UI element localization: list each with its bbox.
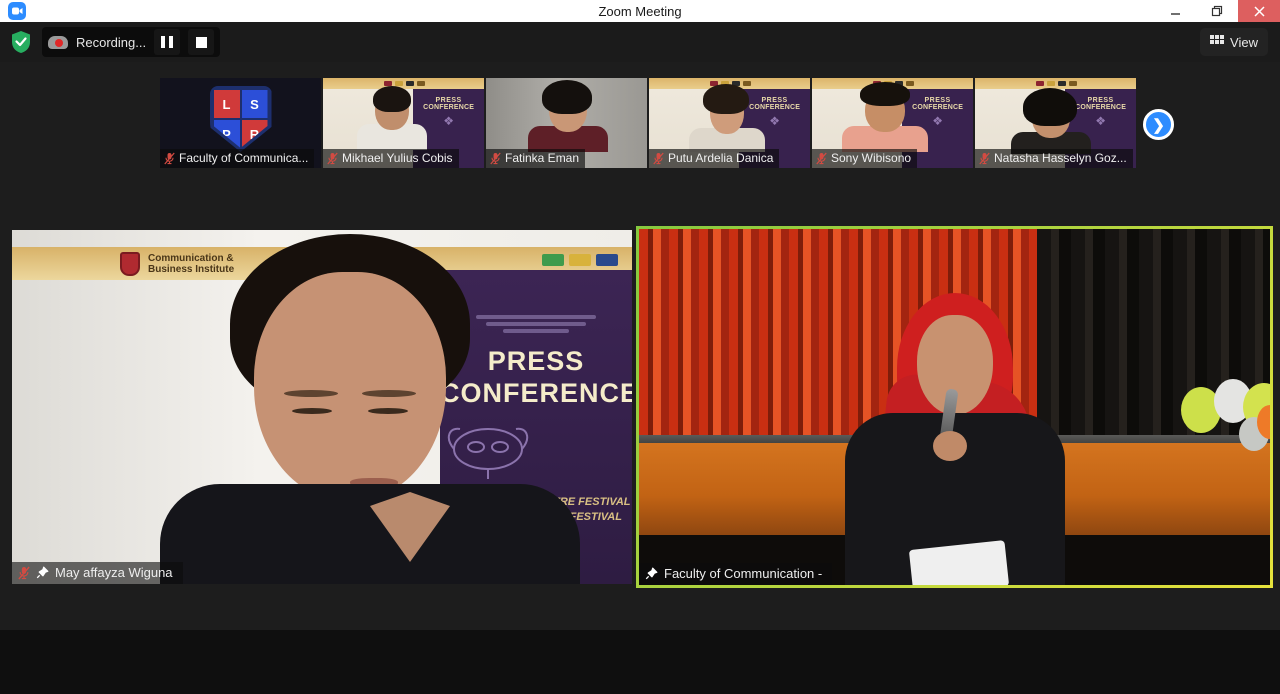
participant-name-tag: May affayza Wiguna	[12, 562, 183, 584]
close-button[interactable]	[1238, 0, 1280, 22]
video-thumbnail[interactable]: PRESS CONFERENCE ❖ Sony Wibisono	[812, 78, 973, 168]
speaker-right	[825, 293, 1085, 585]
muted-mic-icon	[816, 152, 827, 165]
zoom-meeting-window: Zoom Meeting Recording... View	[0, 0, 1280, 694]
title-bar: Zoom Meeting	[0, 0, 1280, 22]
view-button[interactable]: View	[1200, 28, 1268, 56]
muted-mic-icon	[18, 566, 30, 580]
participant-name-tag: Fatinka Eman	[486, 149, 585, 168]
muted-mic-icon	[653, 152, 664, 165]
maximize-button[interactable]	[1196, 0, 1238, 22]
video-thumbnail[interactable]: Fatinka Eman	[486, 78, 647, 168]
main-video-right[interactable]: Faculty of Communication -	[639, 229, 1270, 585]
lspr-logo: L S P R	[210, 86, 272, 152]
muted-mic-icon	[327, 152, 338, 165]
stop-recording-button[interactable]	[188, 29, 214, 55]
next-page-arrow-button[interactable]: ❯	[1143, 109, 1174, 140]
partner-logos	[542, 254, 618, 266]
participant-name-tag: Faculty of Communica...	[160, 149, 314, 168]
muted-mic-icon	[979, 152, 990, 165]
window-title: Zoom Meeting	[0, 4, 1280, 19]
video-thumbnail[interactable]: PRESS CONFERENCE ❖ Mikhael Yulius Cobis	[323, 78, 484, 168]
muted-mic-icon	[164, 152, 175, 165]
pin-icon	[645, 567, 658, 580]
main-video-left[interactable]: Communication & Business Institute PRESS…	[12, 230, 632, 584]
recording-label: Recording...	[76, 35, 146, 50]
participant-name-tag: Sony Wibisono	[812, 149, 917, 168]
active-speaker-frame: Faculty of Communication -	[636, 226, 1273, 588]
view-label: View	[1230, 35, 1258, 50]
video-thumbnail[interactable]: L S P R Faculty of Communica...	[160, 78, 321, 168]
grid-view-icon	[1210, 35, 1224, 49]
encryption-shield-icon[interactable]	[10, 30, 32, 54]
meeting-toolbar: Unmute Start Video Security 314 Partic	[0, 630, 1280, 694]
recording-icon	[48, 34, 68, 50]
participant-name-tag: Mikhael Yulius Cobis	[323, 149, 459, 168]
recording-indicator: Recording...	[42, 27, 220, 57]
pause-recording-button[interactable]	[154, 29, 180, 55]
participant-filmstrip: L S P R Faculty of Communica... PRESS CO…	[160, 78, 1136, 168]
participant-name-tag: Putu Ardelia Danica	[649, 149, 779, 168]
institute-logo	[120, 252, 140, 276]
meeting-top-bar: Recording... View	[0, 22, 1280, 62]
pin-icon	[36, 566, 49, 579]
participant-name-tag: Faculty of Communication -	[639, 563, 832, 585]
video-thumbnail[interactable]: PRESS CONFERENCE ❖ Natasha Hasselyn Goz.…	[975, 78, 1136, 168]
minimize-button[interactable]	[1154, 0, 1196, 22]
speaker-left	[220, 234, 480, 584]
muted-mic-icon	[490, 152, 501, 165]
video-thumbnail[interactable]: PRESS CONFERENCE ❖ Putu Ardelia Danica	[649, 78, 810, 168]
participant-name-tag: Natasha Hasselyn Goz...	[975, 149, 1133, 168]
